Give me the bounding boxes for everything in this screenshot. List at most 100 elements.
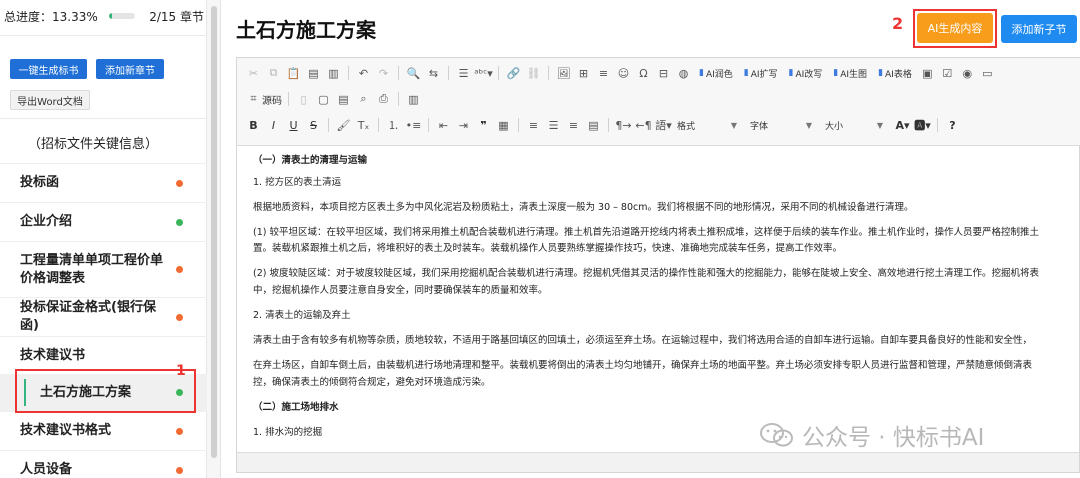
- ai-tool-icon: ▮: [878, 68, 884, 78]
- chapter-item-price-adjustment[interactable]: 工程量清单单项工程价单价格调整表: [0, 242, 207, 298]
- ai-expand-tool[interactable]: ▮ AI扩写: [740, 67, 782, 80]
- undo-icon[interactable]: ↶: [355, 65, 372, 82]
- page-break-icon[interactable]: ⊟: [655, 65, 672, 82]
- separator: [328, 118, 329, 132]
- emoji-icon[interactable]: ☺: [615, 65, 632, 82]
- ltr-icon[interactable]: ¶→: [615, 117, 632, 134]
- copy-icon[interactable]: ⧉: [265, 65, 282, 82]
- strikethrough-icon[interactable]: S: [305, 117, 322, 134]
- div-container-icon[interactable]: ▦: [495, 117, 512, 134]
- ai-image-tool[interactable]: ▮ AI生图: [829, 67, 871, 80]
- separator: [608, 118, 609, 132]
- cut-icon[interactable]: ✂: [245, 65, 262, 82]
- app-window: 总进度：13.33% 2/15 章节 一键生成标书 添加新章节 导出Word文档…: [0, 0, 1080, 478]
- pdf-icon[interactable]: ▤: [335, 91, 352, 108]
- align-center-icon[interactable]: ☰: [545, 117, 562, 134]
- chapter-label: 人员设备: [20, 462, 73, 477]
- progress-label: 总进度：13.33%: [4, 9, 98, 24]
- bg-color-icon[interactable]: 🅰▾: [914, 117, 931, 134]
- paste-word-icon[interactable]: ▥: [325, 65, 342, 82]
- chevron-down-icon: ▼: [876, 120, 883, 130]
- add-chapter-button[interactable]: 添加新章节: [96, 59, 164, 79]
- status-dot: [176, 266, 183, 273]
- export-word-button[interactable]: 导出Word文档: [10, 90, 90, 110]
- ai-generate-button[interactable]: AI生成内容: [917, 13, 993, 43]
- chapter-item-company-intro[interactable]: 企业介绍: [0, 203, 207, 242]
- clear-format-icon[interactable]: Tₓ: [355, 117, 372, 134]
- format-painter-icon[interactable]: 🖌: [335, 117, 352, 134]
- watermark-text: 公众号 · 快标书AI: [802, 425, 985, 451]
- globe-icon[interactable]: ◍: [675, 65, 692, 82]
- ai-polish-tool[interactable]: ▮ AI润色: [695, 67, 737, 80]
- redo-icon[interactable]: ↷: [375, 65, 392, 82]
- paste-icon[interactable]: 📋: [285, 65, 302, 82]
- save-icon[interactable]: ▯: [295, 91, 312, 108]
- search-icon[interactable]: 🔍: [405, 65, 422, 82]
- spellcheck-icon[interactable]: ᵃᵇᶜ▾: [474, 65, 493, 82]
- toolbar-row-2: ⌗ 源码 ▯ ▢ ▤ ⌕ ⎙ ▥: [245, 89, 422, 109]
- paste-text-icon[interactable]: ▤: [305, 65, 322, 82]
- rtl-icon[interactable]: ←¶: [635, 117, 652, 134]
- link-icon[interactable]: 🔗: [505, 65, 522, 82]
- blockquote-icon[interactable]: ❞: [475, 117, 492, 134]
- section-heading: （一）清表土的清理与运输: [253, 155, 368, 166]
- progress-bar-fill: [108, 13, 113, 19]
- toolbar-row-1: ✂ ⧉ 📋 ▤ ▥ ↶ ↷ 🔍 ⇆ ☰ ᵃᵇᶜ▾ 🔗 ⛓ 🖼 ⊞ ≡ ☺ Ω ⊟…: [245, 63, 996, 83]
- align-right-icon[interactable]: ≡: [565, 117, 582, 134]
- unlink-icon[interactable]: ⛓: [525, 65, 542, 82]
- print-icon[interactable]: ⎙: [375, 91, 392, 108]
- image-icon[interactable]: 🖼: [555, 65, 572, 82]
- table-icon[interactable]: ⊞: [575, 65, 592, 82]
- chapter-label: 工程量清单单项工程价单价格调整表: [20, 252, 164, 286]
- progress-bar: [108, 13, 136, 19]
- source-button[interactable]: ⌗ 源码: [245, 91, 282, 108]
- size-select[interactable]: 大小 ▼: [823, 117, 885, 133]
- chapter-label: 投标函: [20, 175, 60, 190]
- underline-icon[interactable]: U: [285, 117, 302, 134]
- divider: [0, 35, 207, 36]
- chapter-item-bid-bond[interactable]: 投标保证金格式(银行保函): [0, 298, 207, 337]
- select-all-icon[interactable]: ☰: [455, 65, 472, 82]
- ordered-list-icon[interactable]: ⒈: [385, 117, 402, 134]
- add-subsection-button[interactable]: 添加新子节: [1001, 15, 1077, 43]
- help-icon[interactable]: ?: [944, 117, 961, 134]
- text-color-icon[interactable]: A▾: [894, 117, 911, 134]
- outdent-icon[interactable]: ⇤: [435, 117, 452, 134]
- preview-icon[interactable]: ⌕: [355, 91, 372, 108]
- chapter-item-personnel-equipment[interactable]: 人员设备: [0, 451, 207, 478]
- indent-icon[interactable]: ⇥: [455, 117, 472, 134]
- status-dot: [176, 218, 183, 226]
- language-icon[interactable]: 語▾: [655, 117, 672, 134]
- paragraph: 清表土由于含有较多有机物等杂质，质地较软，不适用于路基回填区的回填土，必须运至弃…: [253, 335, 1033, 346]
- separator: [518, 118, 519, 132]
- generate-bid-button[interactable]: 一键生成标书: [10, 59, 87, 79]
- chapter-item-bid-letter[interactable]: 投标函: [0, 164, 207, 203]
- chapter-item-key-info[interactable]: （招标文件关键信息）: [0, 126, 207, 164]
- progress-row: 总进度：13.33% 2/15 章节: [4, 7, 204, 25]
- format-select[interactable]: 格式 ▼: [675, 117, 739, 133]
- bullet-list-icon[interactable]: •≡: [405, 117, 422, 134]
- paragraph: 根据地质资料，本项目挖方区表土多为中风化泥岩及粉质粘土，清表土深度一般为 30 …: [253, 202, 914, 213]
- status-dot: [176, 466, 183, 474]
- new-page-icon[interactable]: ▢: [315, 91, 332, 108]
- horizontal-line-icon[interactable]: ≡: [595, 65, 612, 82]
- format-select-label: 格式: [677, 121, 696, 132]
- form-icon[interactable]: ▣: [919, 65, 936, 82]
- rich-text-editor: ✂ ⧉ 📋 ▤ ▥ ↶ ↷ 🔍 ⇆ ☰ ᵃᵇᶜ▾ 🔗 ⛓ 🖼 ⊞ ≡ ☺ Ω ⊟…: [236, 57, 1080, 473]
- font-select[interactable]: 字体 ▼: [748, 117, 814, 133]
- bold-icon[interactable]: B: [245, 117, 262, 134]
- chapter-item-tech-proposal-format[interactable]: 技术建议书格式: [0, 412, 207, 451]
- ai-rewrite-tool[interactable]: ▮ AI改写: [785, 67, 827, 80]
- replace-icon[interactable]: ⇆: [425, 65, 442, 82]
- align-justify-icon[interactable]: ▤: [585, 117, 602, 134]
- italic-icon[interactable]: I: [265, 117, 282, 134]
- align-left-icon[interactable]: ≡: [525, 117, 542, 134]
- ai-table-tool[interactable]: ▮ AI表格: [874, 67, 916, 80]
- separator: [548, 66, 549, 80]
- checkbox-icon[interactable]: ☑: [939, 65, 956, 82]
- special-char-icon[interactable]: Ω: [635, 65, 652, 82]
- textfield-icon[interactable]: ▭: [979, 65, 996, 82]
- sidebar-scrollbar-thumb[interactable]: [211, 6, 217, 458]
- radio-icon[interactable]: ◉: [959, 65, 976, 82]
- template-icon[interactable]: ▥: [405, 91, 422, 108]
